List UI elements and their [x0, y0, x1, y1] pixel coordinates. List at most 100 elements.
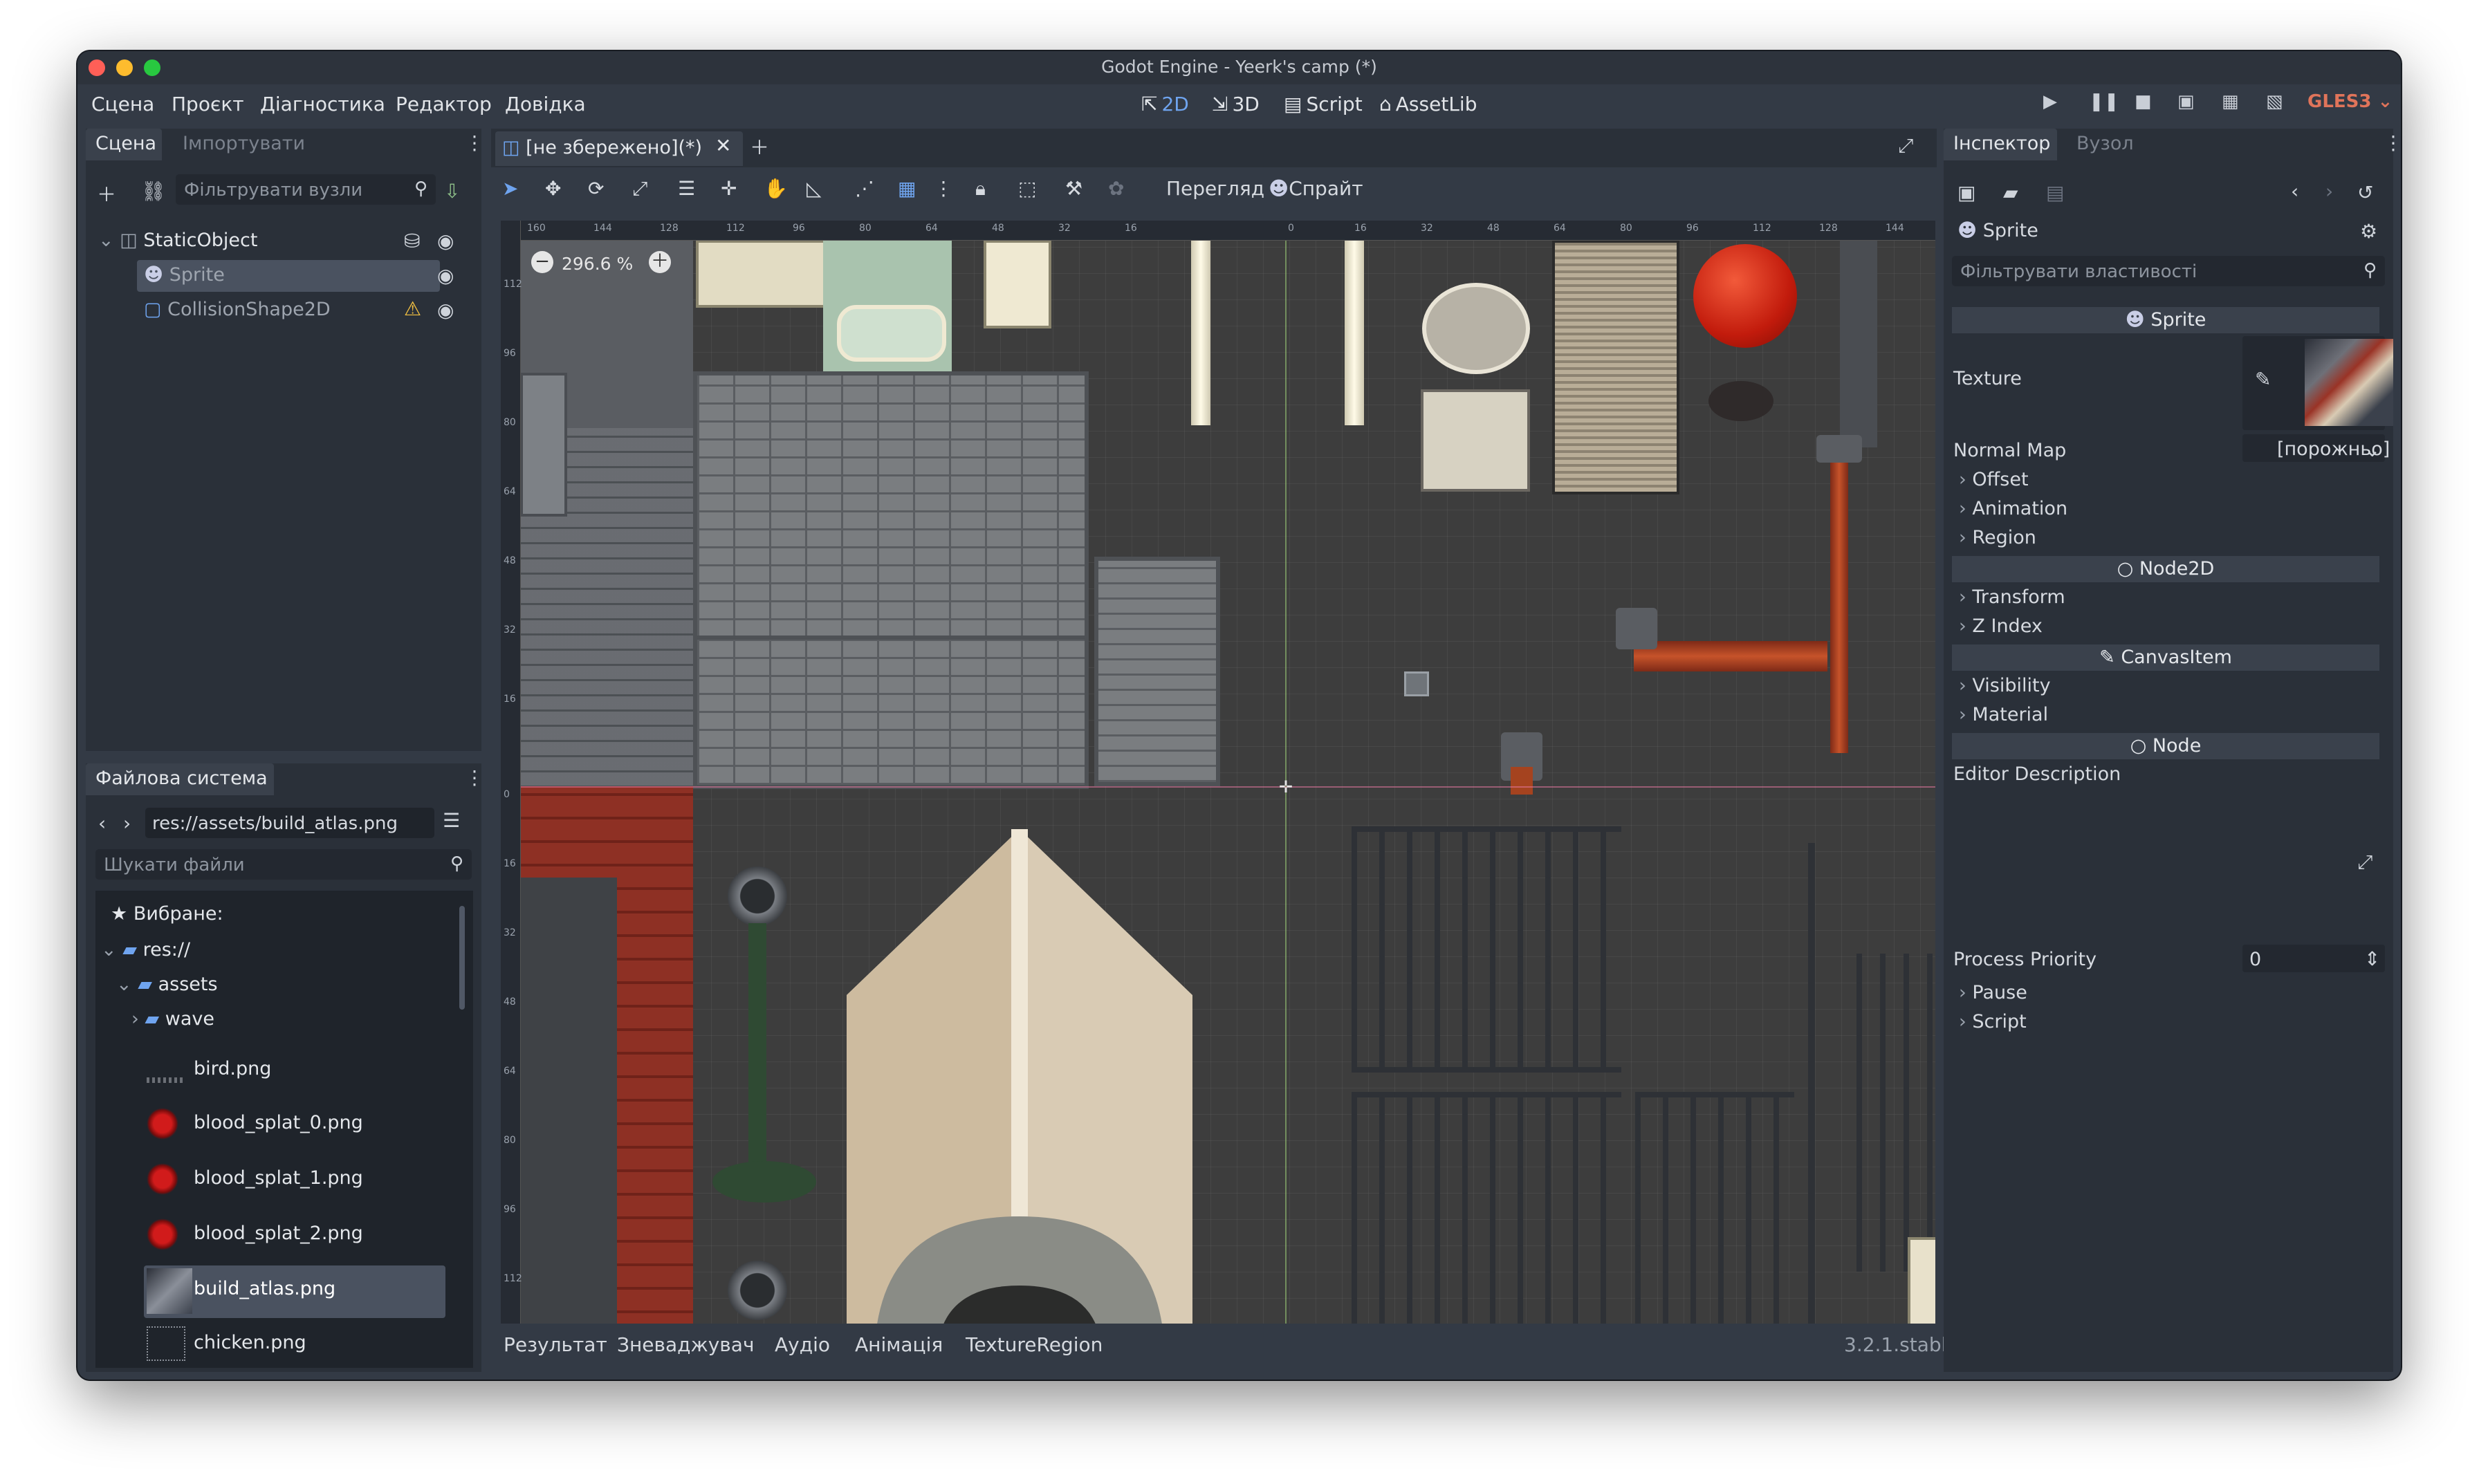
mode-script-button[interactable]: ▤ Script — [1284, 93, 1363, 115]
favorites-item[interactable]: ★ Вибране: — [111, 903, 223, 925]
tab-node[interactable]: Вузол — [2076, 133, 2134, 154]
file-bird[interactable]: bird.png — [194, 1058, 271, 1079]
history-back-icon[interactable]: ‹ — [2291, 180, 2298, 203]
tab-animation[interactable]: Анімація — [855, 1333, 943, 1356]
pause-icon[interactable]: ❚❚ — [2089, 91, 2119, 112]
expand-icon[interactable]: ⤢ — [2357, 851, 2372, 874]
lock-icon[interactable]: 🔒︎ — [975, 177, 986, 201]
filter-nodes-input[interactable]: Фільтрувати вузли ⚲ — [176, 174, 436, 205]
add-tab-icon[interactable]: ＋ — [750, 133, 769, 160]
file-blood-splat-1[interactable]: blood_splat_1.png — [194, 1167, 363, 1189]
history-icon[interactable]: ↺ — [2357, 181, 2373, 204]
camera-override-icon[interactable]: ✿ — [1108, 177, 1124, 200]
inspected-node[interactable]: ☻ Sprite — [1957, 220, 2038, 241]
new-resource-icon[interactable]: ▣ — [1957, 181, 1975, 204]
file-blood-splat-0[interactable]: blood_splat_0.png — [194, 1112, 363, 1133]
tab-output[interactable]: Результат — [504, 1333, 607, 1356]
mode-assetlib-button[interactable]: ⌂ AssetLib — [1379, 93, 1477, 115]
mode-2d-button[interactable]: ⇱ 2D — [1141, 93, 1189, 115]
menu-project[interactable]: Проєкт — [172, 93, 244, 115]
scale-mode-icon[interactable]: ⤢ — [632, 177, 647, 201]
zoom-in-icon[interactable]: ＋ — [649, 251, 671, 273]
rotate-mode-icon[interactable]: ⟳ — [588, 177, 604, 200]
menu-scene[interactable]: Сцена — [91, 93, 154, 115]
skeleton-icon[interactable]: ⚒ — [1065, 177, 1082, 200]
zoom-out-icon[interactable]: − — [531, 251, 553, 273]
editor-description-field[interactable] — [1952, 794, 2385, 929]
close-tab-icon[interactable]: ✕ — [715, 134, 731, 157]
texture-thumbnail[interactable] — [2305, 339, 2393, 426]
filter-properties-input[interactable]: Фільтрувати властивості ⚲ — [1952, 256, 2385, 286]
move-mode-icon[interactable]: ✥ — [545, 177, 561, 200]
smart-snap-icon[interactable]: ⋰ — [855, 177, 874, 200]
dock-menu-icon[interactable]: ⋮ — [465, 131, 484, 154]
search-files-input[interactable]: Шукати файли ⚲ — [95, 849, 472, 880]
dock-menu-icon[interactable]: ⋮ — [465, 766, 484, 789]
distraction-free-icon[interactable]: ⤢ — [1898, 134, 1913, 158]
forward-icon[interactable]: › — [123, 812, 131, 835]
back-icon[interactable]: ‹ — [98, 812, 106, 835]
group-transform[interactable]: › Transform — [1959, 586, 2065, 608]
select-mode-icon[interactable]: ➤ — [502, 177, 518, 200]
chevron-down-icon[interactable]: ⌄ — [2364, 438, 2380, 461]
pivot-icon[interactable]: ✛ — [721, 177, 737, 200]
menu-help[interactable]: Довідка — [505, 93, 586, 115]
file-chicken[interactable]: chicken.png — [194, 1332, 306, 1353]
play-current-icon[interactable]: ▧ — [2266, 91, 2283, 112]
file-build-atlas[interactable]: build_atlas.png — [194, 1278, 335, 1299]
visibility-eye-icon[interactable]: ◉ — [437, 299, 454, 322]
dock-menu-icon[interactable]: ⋮ — [2384, 131, 2401, 154]
group-script[interactable]: › Script — [1959, 1011, 2027, 1032]
add-script-icon[interactable]: ⇩ — [444, 180, 460, 203]
clapper-icon[interactable]: ⛁ — [404, 230, 420, 252]
split-view-icon[interactable]: ☰ — [443, 809, 460, 832]
group-material[interactable]: › Material — [1959, 704, 2048, 725]
tab-textureregion[interactable]: TextureRegion — [966, 1333, 1103, 1356]
save-resource-icon[interactable]: ▤ — [2046, 181, 2064, 204]
warning-icon[interactable]: ⚠ — [404, 297, 421, 320]
visibility-eye-icon[interactable]: ◉ — [437, 264, 454, 287]
wave-folder-item[interactable]: › ▰ wave — [131, 1008, 214, 1030]
tab-debugger[interactable]: Зневаджувач — [617, 1333, 755, 1356]
edit-texture-icon[interactable]: ✎ — [2255, 368, 2271, 391]
spin-arrows-icon[interactable]: ⇕ — [2364, 947, 2380, 970]
add-node-icon[interactable]: ＋ — [97, 180, 116, 207]
history-forward-icon[interactable]: › — [2325, 180, 2333, 203]
group-animation[interactable]: › Animation — [1959, 498, 2067, 519]
group-icon[interactable]: ⬚ — [1018, 177, 1036, 200]
group-z-index[interactable]: › Z Index — [1959, 615, 2043, 637]
object-properties-icon[interactable]: ⚙ — [2360, 220, 2377, 243]
assets-folder-item[interactable]: ⌄ ▰ assets — [116, 974, 218, 995]
link-icon[interactable]: ⛓ — [141, 180, 166, 203]
list-select-icon[interactable]: ☰ — [678, 177, 695, 200]
tab-filesystem[interactable]: Файлова система — [95, 768, 268, 789]
zoom-level[interactable]: 296.6 % — [562, 254, 633, 274]
snap-options-icon[interactable]: ⋮ — [934, 177, 953, 200]
tab-scene[interactable]: Сцена — [95, 133, 156, 154]
tab-audio[interactable]: Аудіо — [775, 1333, 830, 1356]
canvas-viewport[interactable]: ✛ 160 144 128 112 96 80 64 48 32 16 0 16… — [501, 221, 1935, 1362]
play-custom-icon[interactable]: ▣ — [2177, 91, 2195, 112]
res-root-item[interactable]: ⌄ ▰ res:// — [101, 939, 190, 961]
play-icon[interactable]: ▶ — [2043, 91, 2057, 112]
tab-import[interactable]: Імпортувати — [183, 133, 305, 154]
sprite-menu[interactable]: ☻Спрайт — [1269, 177, 1363, 200]
mode-3d-button[interactable]: ⇲ 3D — [1212, 93, 1260, 115]
file-tree-scrollbar[interactable] — [459, 906, 465, 1010]
tree-item-staticobject[interactable]: ⌄ ◫ StaticObject — [98, 230, 257, 251]
stop-icon[interactable]: ■ — [2135, 91, 2152, 112]
visibility-eye-icon[interactable]: ◉ — [437, 230, 454, 252]
view-menu[interactable]: Перегляд — [1166, 177, 1264, 200]
renderer-select[interactable]: GLES3 ⌄ — [2307, 91, 2393, 112]
menu-editor[interactable]: Редактор — [396, 93, 492, 115]
tree-item-collisionshape2d[interactable]: ▢ CollisionShape2D — [144, 299, 331, 320]
menu-debug[interactable]: Діагностика — [260, 93, 385, 115]
pan-hand-icon[interactable]: ✋ — [764, 177, 788, 200]
file-blood-splat-2[interactable]: blood_splat_2.png — [194, 1223, 363, 1244]
group-offset[interactable]: › Offset — [1959, 469, 2029, 490]
group-pause[interactable]: › Pause — [1959, 982, 2027, 1003]
grid-snap-icon[interactable]: ▦ — [898, 177, 916, 200]
group-region[interactable]: › Region — [1959, 527, 2036, 548]
group-visibility[interactable]: › Visibility — [1959, 675, 2051, 696]
play-scene-icon[interactable]: ▦ — [2222, 91, 2239, 112]
